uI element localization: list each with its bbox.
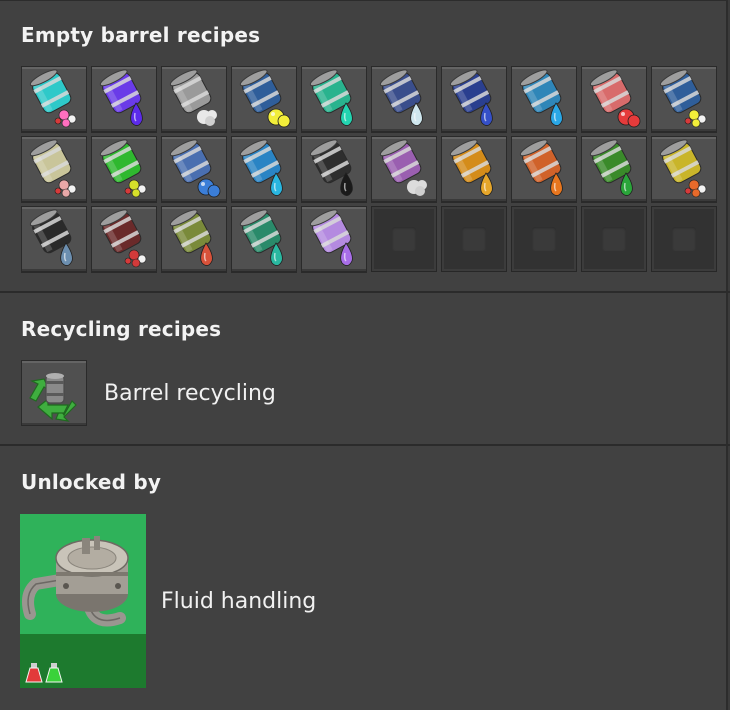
unlocked-by-heading: Unlocked by	[21, 470, 162, 494]
red-molecule-barrel-icon	[99, 209, 147, 268]
olive-barrel-icon	[169, 209, 213, 266]
recipe-slot-mixed-gas-barrel[interactable]	[651, 66, 717, 132]
dark-crystal-barrel-icon	[29, 209, 73, 266]
empty-barrel-recipes-heading: Empty barrel recipes	[21, 23, 261, 47]
recipe-slot-yellow-molecule-barrel[interactable]	[651, 136, 717, 202]
recipe-slot-sulfur-barrel[interactable]	[231, 66, 297, 132]
yellow-molecule-barrel-icon	[659, 139, 707, 198]
sulfur-barrel-icon	[239, 69, 291, 128]
recipe-slot-green-drop-barrel[interactable]	[581, 136, 647, 202]
recipe-slot-sea-green-barrel[interactable]	[231, 206, 297, 272]
fluid-handling-tech-card[interactable]	[20, 514, 146, 688]
recipe-slot-heavy-purple-barrel[interactable]	[91, 66, 157, 132]
recipe-slot-amber-barrel[interactable]	[441, 136, 507, 202]
empty-barrel-recipes-section: Empty barrel recipes	[0, 0, 728, 292]
barrel-recycling-button[interactable]	[21, 360, 87, 426]
recipe-slot-green-molecule-barrel[interactable]	[91, 136, 157, 202]
green-molecule-barrel-icon	[99, 139, 147, 198]
red-gas-barrel-icon	[589, 69, 641, 128]
recipe-slot-violet-gas-barrel[interactable]	[371, 136, 437, 202]
logistic-science-pack-icon	[45, 663, 63, 683]
recycling-recipes-heading: Recycling recipes	[21, 317, 222, 341]
recipe-slot-cream-barrel[interactable]	[21, 136, 87, 202]
violet-gas-barrel-icon	[379, 139, 427, 196]
recipe-slot-orange-barrel[interactable]	[511, 136, 577, 202]
recipe-slot-blue-molecule-barrel[interactable]	[161, 136, 227, 202]
empty-recipe-slot	[581, 206, 647, 272]
empty-recipe-slot	[441, 206, 507, 272]
recipe-slot-red-molecule-barrel[interactable]	[91, 206, 157, 272]
recipe-slot-red-gas-barrel[interactable]	[581, 66, 647, 132]
recipe-slot-cyan-fluid-barrel[interactable]	[231, 136, 297, 202]
crude-oil-barrel-icon	[309, 139, 353, 196]
amber-barrel-icon	[449, 139, 493, 196]
empty-barrel-recipe-grid	[21, 66, 721, 272]
sea-green-barrel-icon	[239, 209, 283, 266]
green-drop-barrel-icon	[589, 139, 633, 196]
mixed-gas-barrel-icon	[659, 69, 707, 128]
automation-science-pack-icon	[25, 663, 43, 683]
blue-molecule-barrel-icon	[169, 139, 221, 198]
recipe-slot-olive-barrel[interactable]	[161, 206, 227, 272]
heavy-purple-barrel-icon	[99, 69, 143, 126]
lavender-barrel-icon	[309, 209, 353, 266]
empty-recipe-slot	[511, 206, 577, 272]
recipe-slot-dark-crystal-barrel[interactable]	[21, 206, 87, 272]
recipe-slot-teal-fluid-barrel[interactable]	[301, 66, 367, 132]
barrel-recycling-label: Barrel recycling	[104, 380, 276, 406]
barrel-recycling-recipe[interactable]: Barrel recycling	[21, 360, 276, 426]
water-barrel-icon	[519, 69, 563, 126]
science-packs	[25, 663, 63, 683]
fluid-handling-technology[interactable]: Fluid handling	[20, 514, 316, 688]
empty-recipe-slot	[651, 206, 717, 272]
empty-recipe-slot	[371, 206, 437, 272]
orange-barrel-icon	[519, 139, 563, 196]
cream-barrel-icon	[29, 139, 77, 198]
recipe-slot-water-barrel[interactable]	[511, 66, 577, 132]
recipe-slot-steam-barrel[interactable]	[161, 66, 227, 132]
recipe-slot-lavender-barrel[interactable]	[301, 206, 367, 272]
light-oil-barrel-a-icon	[29, 69, 77, 128]
storage-tank-icon	[22, 536, 129, 627]
water-crystal-barrel-icon	[379, 69, 423, 126]
deep-blue-barrel-icon	[449, 69, 493, 126]
cyan-fluid-barrel-icon	[239, 139, 283, 196]
teal-fluid-barrel-icon	[309, 69, 353, 126]
barrel-recycling-icon	[29, 373, 77, 422]
fluid-handling-label: Fluid handling	[161, 588, 317, 614]
recipe-slot-crude-oil-barrel[interactable]	[301, 136, 367, 202]
recipe-slot-water-crystal-barrel[interactable]	[371, 66, 437, 132]
recipe-slot-deep-blue-barrel[interactable]	[441, 66, 507, 132]
steam-barrel-icon	[169, 69, 217, 126]
recipe-slot-light-oil-barrel-a[interactable]	[21, 66, 87, 132]
